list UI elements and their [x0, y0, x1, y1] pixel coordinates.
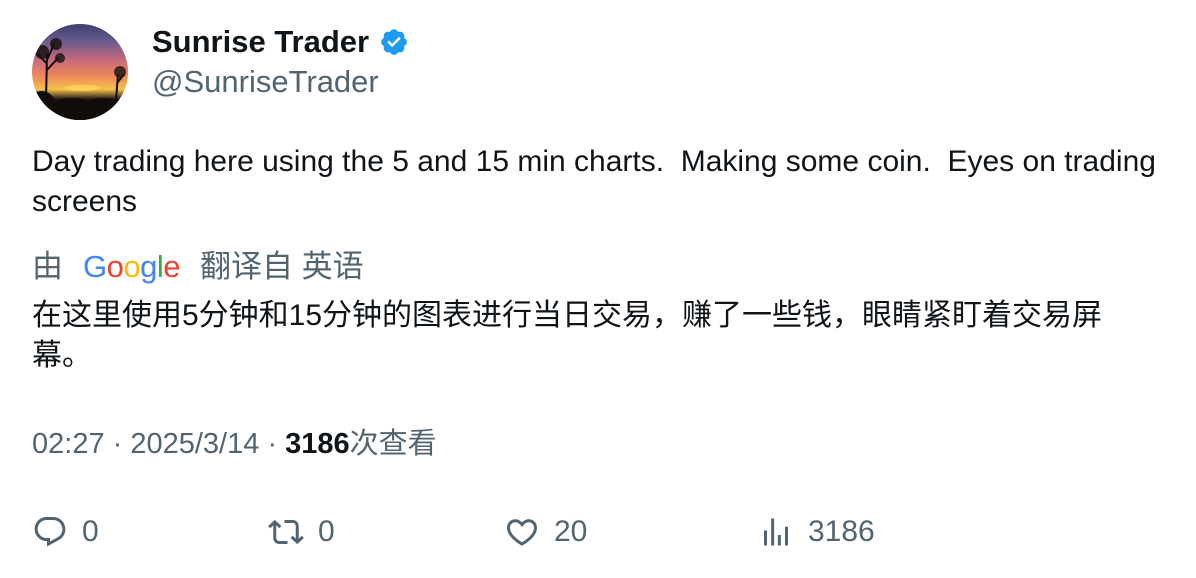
- reply-count: 0: [82, 515, 99, 548]
- meta-separator: ·: [267, 428, 286, 460]
- bar-chart-icon: [764, 518, 788, 546]
- translation-suffix: 翻译自 英语: [200, 249, 364, 284]
- tweet-text: Day trading here using the 5 and 15 min …: [32, 145, 1165, 218]
- views-button[interactable]: 3186: [758, 510, 875, 554]
- tweet-date[interactable]: 2025/3/14: [130, 428, 259, 460]
- retweet-count: 0: [318, 515, 335, 548]
- verified-badge-icon: [381, 29, 407, 55]
- heart-icon: [506, 519, 538, 546]
- tweet-time[interactable]: 02:27: [32, 428, 105, 460]
- translation-attribution: 由 Google 翻译自 英语: [32, 247, 364, 287]
- author-display-name-row[interactable]: Sunrise Trader: [152, 24, 409, 60]
- author-display-name[interactable]: Sunrise Trader: [152, 24, 369, 60]
- translation-prefix: 由: [32, 249, 63, 284]
- reply-icon: [34, 517, 66, 547]
- google-logo: Google: [83, 249, 181, 284]
- translated-text: 在这里使用5分钟和15分钟的图表进行当日交易，赚了一些钱，眼睛紧盯着交易屏幕。: [32, 299, 1103, 372]
- views-label: 次查看: [349, 428, 437, 460]
- retweet-icon: [268, 519, 304, 545]
- views-action-count: 3186: [808, 515, 875, 548]
- author-handle[interactable]: @SunriseTrader: [152, 64, 379, 100]
- tweet-meta: 02:27 · 2025/3/14 · 3186次查看: [32, 424, 437, 464]
- meta-separator: ·: [112, 428, 131, 460]
- sunset-avatar-image: [32, 38, 128, 120]
- retweet-button[interactable]: 0: [268, 510, 335, 554]
- views-count: 3186: [285, 428, 350, 460]
- avatar[interactable]: [32, 24, 128, 120]
- like-count: 20: [554, 515, 588, 548]
- like-button[interactable]: 20: [504, 510, 587, 554]
- action-bar: 0 0 20 3186: [32, 510, 1172, 554]
- reply-button[interactable]: 0: [32, 510, 99, 554]
